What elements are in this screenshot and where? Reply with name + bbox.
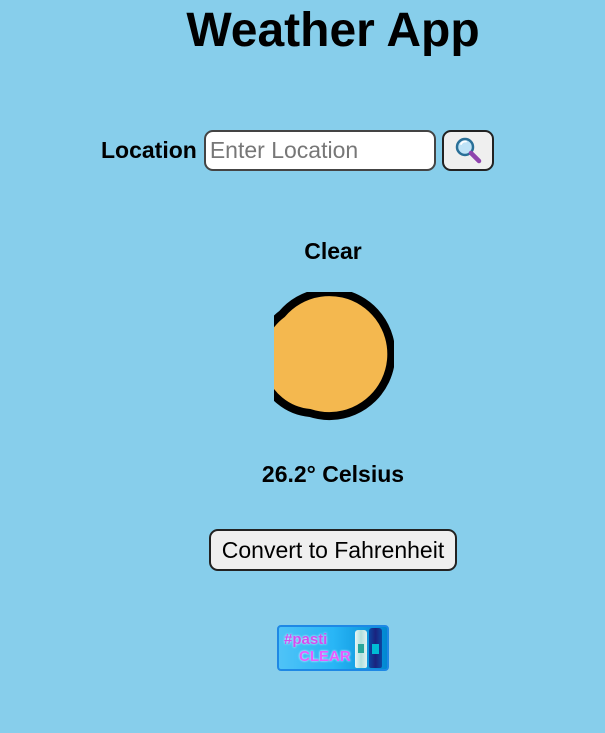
location-input[interactable] [203,129,436,171]
ad-banner[interactable]: #pasti CLEAR [277,625,389,671]
temperature-readout: 26.2° Celsius [261,461,405,487]
crescent-moon-icon [274,292,394,421]
ad-text-line1: #pasti [284,631,328,648]
convert-to-fahrenheit-button[interactable]: Convert to Fahrenheit [209,529,457,571]
ad-text-line2: CLEAR [299,648,351,665]
shampoo-bottle-icon [369,628,382,668]
search-bar: Location [101,129,494,171]
shampoo-bottle-icon [355,630,367,668]
search-icon [455,137,482,164]
location-label: Location [101,137,197,163]
weather-condition: Clear [304,238,362,264]
page-title: Weather App [186,4,480,57]
search-button[interactable] [441,129,494,171]
